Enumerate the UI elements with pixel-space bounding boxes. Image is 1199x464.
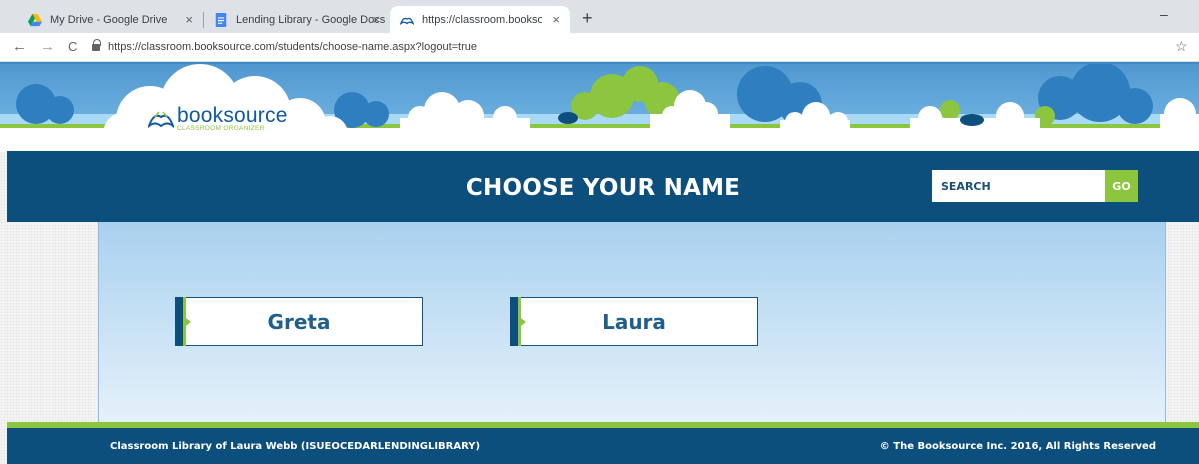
student-name: Greta	[267, 309, 331, 334]
booksource-logo[interactable]: booksource CLASSROOM ORGANIZER	[148, 105, 288, 132]
tab-title: My Drive - Google Drive	[50, 13, 168, 26]
open-book-icon	[148, 111, 174, 128]
tab-booksource[interactable]: https://classroom.booksource.co ×	[390, 6, 570, 33]
search-input[interactable]	[932, 170, 1105, 202]
lock-icon	[92, 38, 101, 52]
tab-google-docs[interactable]: Lending Library - Google Docs ×	[204, 6, 390, 33]
student-name: Laura	[602, 309, 666, 334]
browser-tab-bar: My Drive - Google Drive × Lending Librar…	[0, 0, 1199, 33]
logo-subtitle: CLASSROOM ORGANIZER	[177, 125, 265, 132]
close-icon[interactable]: ×	[372, 12, 380, 27]
tab-title: Lending Library - Google Docs	[236, 13, 386, 26]
google-docs-icon	[215, 12, 227, 27]
arrow-icon	[186, 318, 191, 326]
back-icon[interactable]: ←	[12, 38, 27, 55]
tab-google-drive[interactable]: My Drive - Google Drive ×	[18, 6, 203, 33]
student-name-button-laura[interactable]: Laura	[510, 297, 758, 346]
url-text: https://classroom.booksource.com/student…	[108, 41, 478, 53]
reload-icon[interactable]: C	[68, 39, 77, 54]
close-icon[interactable]: ×	[552, 12, 560, 27]
tab-title: https://classroom.booksource.co	[422, 13, 542, 26]
title-bar: CHOOSE YOUR NAME GO	[7, 151, 1199, 222]
new-tab-button[interactable]: +	[582, 8, 593, 29]
google-drive-icon	[28, 13, 42, 26]
forward-icon[interactable]: →	[40, 38, 55, 55]
footer: Classroom Library of Laura Webb (ISUEOCE…	[7, 428, 1199, 464]
card-accent-bar	[510, 297, 518, 346]
page: booksource CLASSROOM ORGANIZER CHOOSE YO…	[0, 62, 1199, 464]
logo-wordmark: booksource	[177, 104, 288, 127]
close-icon[interactable]: ×	[185, 12, 193, 27]
student-name-area: Greta Laura	[98, 222, 1166, 422]
arrow-icon	[521, 318, 526, 326]
address-bar[interactable]: https://classroom.booksource.com/student…	[92, 36, 1172, 58]
copyright-text: © The Booksource Inc. 2016, All Rights R…	[879, 441, 1156, 452]
browser-toolbar: ← → C https://classroom.booksource.com/s…	[0, 33, 1199, 62]
card-accent-bar	[175, 297, 183, 346]
go-button[interactable]: GO	[1105, 170, 1138, 202]
booksource-icon	[400, 17, 414, 25]
bookmark-star-icon[interactable]: ☆	[1175, 38, 1188, 55]
minimize-window-button[interactable]: –	[1160, 6, 1168, 22]
library-owner-text: Classroom Library of Laura Webb (ISUEOCE…	[110, 441, 481, 452]
student-name-button-greta[interactable]: Greta	[175, 297, 423, 346]
